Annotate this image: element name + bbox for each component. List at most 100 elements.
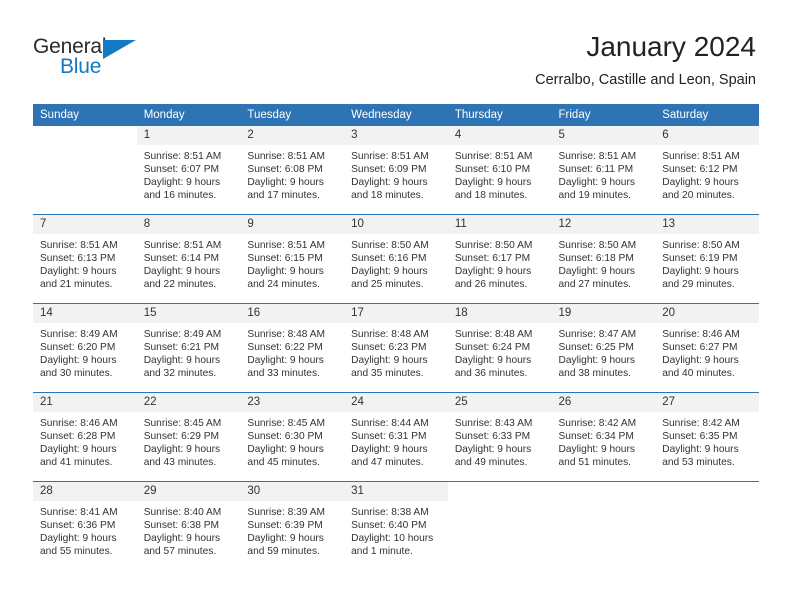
calendar-day-cell[interactable]: 28 Sunrise: 8:41 AM Sunset: 6:36 PM Dayligh… [33,481,137,570]
day-detail-line: and 45 minutes. [247,457,320,469]
calendar-day-cell[interactable]: 29 Sunrise: 8:40 AM Sunset: 6:38 PM Dayligh… [136,481,241,570]
day-detail-line: Daylight: 9 hours [558,444,635,456]
calendar-day-cell[interactable]: 31 Sunrise: 8:38 AM Sunset: 6:40 PM Dayligh… [344,481,448,570]
day-cell-inner: 14 Sunrise: 8:49 AM Sunset: 6:20 PM Dayligh… [33,304,137,392]
day-detail-line: Daylight: 9 hours [247,444,324,456]
calendar-day-cell[interactable]: 10 Sunrise: 8:50 AM Sunset: 6:16 PM Dayligh… [344,214,448,304]
day-detail-line: Sunset: 6:38 PM [143,520,220,532]
day-number [33,126,137,145]
day-detail-line: Sunset: 6:19 PM [662,253,738,265]
calendar-day-cell[interactable]: 1 Sunrise: 8:51 AM Sunset: 6:07 PM Daylight… [136,126,241,215]
calendar-day-cell[interactable]: 18 Sunrise: 8:48 AM Sunset: 6:24 PM Dayligh… [447,303,552,393]
day-detail-line: Daylight: 9 hours [143,444,221,456]
calendar-day-cell[interactable]: 24 Sunrise: 8:44 AM Sunset: 6:31 PM Dayligh… [344,392,448,482]
day-detail-line: Sunset: 6:36 PM [40,520,116,532]
title-block: January 2024 Cerralbo, Castille and Leon… [535,30,756,89]
day-number: 13 [655,215,759,234]
calendar-day-cell[interactable]: 13 Sunrise: 8:50 AM Sunset: 6:19 PM Dayligh… [655,214,759,304]
calendar-day-cell[interactable]: 25 Sunrise: 8:43 AM Sunset: 6:33 PM Dayligh… [447,392,552,482]
day-detail-line: and 59 minutes. [247,546,320,558]
day-detail-line: and 24 minutes. [247,279,320,291]
day-details: Sunrise: 8:48 AM Sunset: 6:23 PM Daylight:… [344,323,448,380]
day-detail-line: Sunrise: 8:40 AM [143,507,222,518]
day-detail-line: Daylight: 9 hours [454,177,532,189]
calendar-day-cell[interactable]: 21 Sunrise: 8:46 AM Sunset: 6:28 PM Dayligh… [33,392,137,482]
day-cell-inner: 7 Sunrise: 8:51 AM Sunset: 6:13 PM Daylight… [33,215,137,303]
day-cell-inner: 15 Sunrise: 8:49 AM Sunset: 6:21 PM Dayligh… [136,304,241,392]
day-detail-line: Sunset: 6:27 PM [662,342,738,354]
day-detail-line: and 40 minutes. [662,368,735,380]
day-detail-line: Sunset: 6:31 PM [351,431,427,443]
weekday-header-row: Sunday Monday Tuesday Wednesday Thursday Frid… [33,104,759,126]
day-details: Sunrise: 8:50 AM Sunset: 6:16 PM Daylight:… [344,234,448,291]
calendar-day-cell[interactable]: 9 Sunrise: 8:51 AM Sunset: 6:15 PM Daylight… [240,214,345,304]
day-detail-line: Sunrise: 8:45 AM [247,418,325,429]
day-detail-line: Sunrise: 8:39 AM [247,507,325,518]
day-detail-line: and 49 minutes. [454,457,528,469]
calendar-day-cell[interactable]: 2 Sunrise: 8:51 AM Sunset: 6:08 PM Daylight… [240,126,345,215]
day-details: Sunrise: 8:48 AM Sunset: 6:22 PM Daylight:… [240,323,344,380]
weekday-header-sunday: Sunday [33,104,137,126]
day-detail-line: and 29 minutes. [662,279,735,291]
day-number [551,482,656,501]
calendar-day-cell[interactable]: 16 Sunrise: 8:48 AM Sunset: 6:22 PM Dayligh… [240,303,345,393]
day-number: 24 [344,393,448,412]
calendar-day-cell[interactable]: 5 Sunrise: 8:51 AM Sunset: 6:11 PM Daylight… [551,126,656,215]
day-detail-line: Sunset: 6:16 PM [351,253,427,265]
day-number: 28 [33,482,137,501]
day-number: 10 [344,215,448,234]
calendar-day-cell[interactable]: 4 Sunrise: 8:51 AM Sunset: 6:10 PM Daylight… [447,126,552,215]
calendar-day-cell[interactable]: 11 Sunrise: 8:50 AM Sunset: 6:17 PM Dayligh… [447,214,552,304]
day-number: 2 [240,126,345,145]
day-detail-line: Daylight: 9 hours [662,444,739,456]
calendar-day-cell[interactable]: 8 Sunrise: 8:51 AM Sunset: 6:14 PM Daylight… [136,214,241,304]
calendar-day-cell[interactable]: 20 Sunrise: 8:46 AM Sunset: 6:27 PM Dayligh… [655,303,759,393]
day-detail-line: Sunrise: 8:51 AM [247,151,325,162]
day-detail-line: and 36 minutes. [454,368,528,380]
calendar-week-row: 21 Sunrise: 8:46 AM Sunset: 6:28 PM Dayligh… [33,392,759,482]
calendar-day-cell[interactable]: 26 Sunrise: 8:42 AM Sunset: 6:34 PM Dayligh… [551,392,656,482]
day-details: Sunrise: 8:47 AM Sunset: 6:25 PM Daylight:… [552,323,656,380]
day-detail-line: Sunrise: 8:51 AM [143,240,222,251]
day-details: Sunrise: 8:46 AM Sunset: 6:27 PM Daylight:… [655,323,759,380]
day-detail-line: Daylight: 9 hours [143,177,221,189]
calendar-day-cell[interactable]: 6 Sunrise: 8:51 AM Sunset: 6:12 PM Daylight… [655,126,759,215]
calendar-cell-empty [551,481,656,570]
day-detail-line: Sunset: 6:18 PM [558,253,634,265]
day-detail-line: and 51 minutes. [558,457,632,469]
weekday-header-monday: Monday [136,104,241,126]
day-detail-line: Sunset: 6:08 PM [247,164,323,176]
calendar-day-cell[interactable]: 7 Sunrise: 8:51 AM Sunset: 6:13 PM Daylight… [33,214,137,304]
calendar-day-cell[interactable]: 23 Sunrise: 8:45 AM Sunset: 6:30 PM Dayligh… [240,392,345,482]
day-detail-line: and 18 minutes. [454,190,528,202]
calendar-day-cell[interactable]: 12 Sunrise: 8:50 AM Sunset: 6:18 PM Dayligh… [551,214,656,304]
day-detail-line: Sunset: 6:11 PM [558,164,634,176]
day-detail-line: and 33 minutes. [247,368,320,380]
triangle-icon [103,40,136,59]
day-number: 3 [344,126,448,145]
day-number: 31 [344,482,448,501]
calendar-page: General Blue January 2024 Cerralbo, Cast… [0,0,792,612]
calendar-cell-empty [447,481,552,570]
day-detail-line: Daylight: 9 hours [247,355,324,367]
day-details: Sunrise: 8:42 AM Sunset: 6:34 PM Daylight:… [552,412,656,469]
weekday-header-wednesday: Wednesday [344,104,448,126]
day-number: 15 [136,304,241,323]
calendar-day-cell[interactable]: 22 Sunrise: 8:45 AM Sunset: 6:29 PM Dayligh… [136,392,241,482]
day-cell-inner [447,482,552,570]
calendar-day-cell[interactable]: 14 Sunrise: 8:49 AM Sunset: 6:20 PM Dayligh… [33,303,137,393]
calendar-day-cell[interactable]: 27 Sunrise: 8:42 AM Sunset: 6:35 PM Dayligh… [655,392,759,482]
day-detail-line: Sunset: 6:17 PM [454,253,531,265]
day-detail-line: Daylight: 9 hours [40,355,117,367]
day-details: Sunrise: 8:51 AM Sunset: 6:08 PM Daylight:… [240,145,344,202]
day-cell-inner: 26 Sunrise: 8:42 AM Sunset: 6:34 PM Dayligh… [551,393,656,481]
day-detail-line: Sunset: 6:14 PM [143,253,220,265]
day-cell-inner [33,126,137,214]
calendar-day-cell[interactable]: 3 Sunrise: 8:51 AM Sunset: 6:09 PM Daylight… [344,126,448,215]
generalblue-logo[interactable]: General Blue [33,36,163,84]
calendar-day-cell[interactable]: 19 Sunrise: 8:47 AM Sunset: 6:25 PM Dayligh… [551,303,656,393]
calendar-day-cell[interactable]: 17 Sunrise: 8:48 AM Sunset: 6:23 PM Dayligh… [344,303,448,393]
calendar-day-cell[interactable]: 15 Sunrise: 8:49 AM Sunset: 6:21 PM Dayligh… [136,303,241,393]
calendar-day-cell[interactable]: 30 Sunrise: 8:39 AM Sunset: 6:39 PM Dayligh… [240,481,345,570]
day-cell-inner: 22 Sunrise: 8:45 AM Sunset: 6:29 PM Dayligh… [136,393,241,481]
